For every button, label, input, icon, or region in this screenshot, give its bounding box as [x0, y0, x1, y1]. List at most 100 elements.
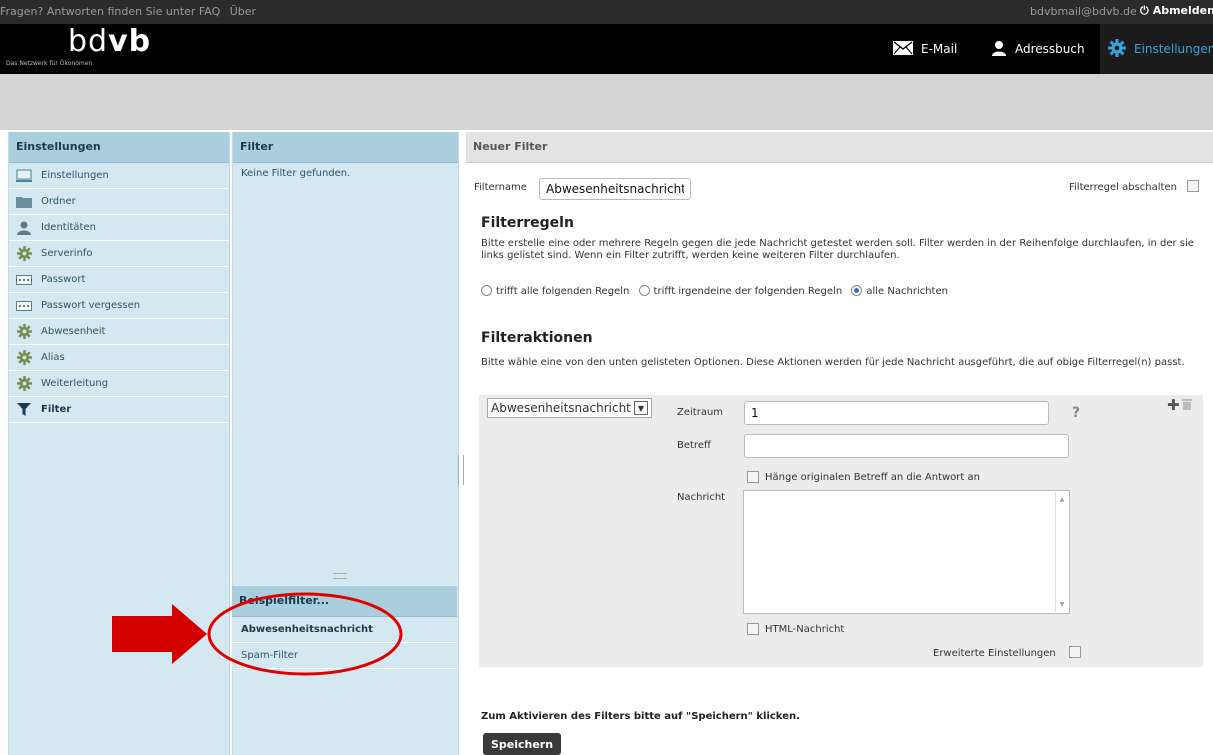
sidebar-item-label: Passwort vergessen	[41, 300, 141, 311]
user-icon	[15, 220, 33, 236]
sidebar-item-label: Serverinfo	[41, 248, 93, 259]
sidebar-item-label: Abwesenheit	[41, 326, 106, 337]
panel-splitter[interactable]	[458, 455, 464, 485]
monitor-icon	[15, 168, 33, 184]
sidebar-item-weiterleitung[interactable]: Weiterleitung	[9, 371, 229, 397]
action-type-select[interactable]: Abwesenheitsnachricht ▼	[487, 398, 652, 418]
top-info-bar: Fragen? Antworten finden Sie unter FAQ Ü…	[0, 0, 1213, 24]
about-link[interactable]: Über	[230, 5, 256, 18]
user-email: bdvbmail@bdvb.de	[1030, 5, 1137, 18]
html-message-label: HTML-Nachricht	[765, 624, 845, 635]
html-message-checkbox[interactable]	[747, 623, 759, 635]
add-action-icon[interactable]: ✚	[1167, 396, 1180, 414]
settings-panel-title: Einstellungen	[9, 132, 229, 163]
rule-option-all-messages[interactable]: alle Nachrichten	[851, 285, 948, 297]
envelope-icon	[893, 40, 913, 58]
new-filter-title: Neuer Filter	[466, 132, 1213, 163]
scroll-down-icon: ▼	[1059, 601, 1065, 608]
message-textarea[interactable]: ▲ ▼	[743, 490, 1070, 614]
sidebar-item-label: Einstellungen	[41, 170, 109, 181]
gear-icon	[15, 350, 33, 366]
content-band	[0, 74, 1213, 130]
textarea-scrollbar[interactable]: ▲ ▼	[1055, 492, 1068, 612]
save-hint: Zum Aktivieren des Filters bitte auf "Sp…	[481, 711, 800, 722]
help-icon[interactable]: ?	[1072, 405, 1080, 421]
sidebar-item-label: Alias	[41, 352, 65, 363]
rule-option-any[interactable]: trifft irgendeine der folgenden Regeln	[638, 285, 843, 297]
sidebar-item-label: Identitäten	[41, 222, 96, 233]
annotation-ellipse-icon	[207, 592, 403, 676]
advanced-settings-label: Erweiterte Einstellungen	[933, 648, 1056, 659]
folder-icon	[15, 194, 33, 210]
sidebar-item-einstellungen[interactable]: Einstellungen	[9, 163, 229, 189]
sidebar-item-filter[interactable]: Filter	[9, 397, 229, 423]
radio-button	[481, 285, 492, 296]
annotation-arrow-icon	[112, 604, 207, 664]
sidebar-item-label: Ordner	[41, 196, 76, 207]
gear-icon	[15, 246, 33, 262]
logout-button[interactable]: ⏻ Abmelden	[1140, 4, 1213, 18]
user-icon	[991, 40, 1007, 59]
rules-description: Bitte erstelle eine oder mehrere Regeln …	[481, 238, 1194, 261]
sidebar-item-ordner[interactable]: Ordner	[9, 189, 229, 215]
filtername-input[interactable]	[539, 178, 691, 200]
disable-filter-checkbox[interactable]	[1187, 180, 1199, 192]
action-type-value: Abwesenheitsnachricht	[491, 401, 631, 415]
rule-option-label: alle Nachrichten	[866, 285, 948, 297]
sidebar-item-label: Filter	[41, 404, 72, 415]
sidebar-item-label: Passwort	[41, 274, 86, 285]
gear-icon	[15, 376, 33, 392]
radio-button	[638, 285, 650, 296]
password-icon	[15, 272, 33, 288]
header: bdvb Das Netzwerk für Ökonomen E-Mail Ad…	[0, 24, 1213, 74]
nav-email-label: E-Mail	[921, 42, 958, 56]
nav-addressbook-label: Adressbuch	[1015, 42, 1085, 56]
sidebar-item-identitäten[interactable]: Identitäten	[9, 215, 229, 241]
sidebar-item-serverinfo[interactable]: Serverinfo	[9, 241, 229, 267]
logo[interactable]: bdvb	[68, 24, 151, 59]
resize-handle[interactable]	[333, 573, 347, 579]
rules-heading: Filterregeln	[481, 215, 574, 231]
gear-icon	[1108, 38, 1126, 60]
rule-options: trifft alle folgenden Regeln trifft irge…	[481, 285, 948, 298]
gear-icon	[15, 324, 33, 340]
period-input[interactable]	[744, 401, 1049, 425]
sidebar-item-label: Weiterleitung	[41, 378, 109, 389]
message-label: Nachricht	[677, 492, 726, 503]
nav-settings[interactable]: Einstellungen	[1100, 24, 1213, 74]
sidebar-item-abwesenheit[interactable]: Abwesenheit	[9, 319, 229, 345]
radio-button-selected	[851, 285, 863, 296]
delete-action-icon[interactable]	[1182, 398, 1192, 413]
settings-menu: Einstellungen Ordner Identitäten Serverinfo…	[9, 163, 229, 423]
period-label: Zeitraum	[677, 407, 724, 418]
subject-input[interactable]	[744, 434, 1069, 458]
subject-label: Betreff	[677, 440, 711, 451]
actions-heading: Filteraktionen	[481, 330, 593, 346]
rule-option-label: trifft alle folgenden Regeln	[496, 285, 630, 297]
power-icon: ⏻	[1140, 4, 1149, 17]
empty-filter-message: Keine Filter gefunden.	[241, 168, 351, 179]
faq-link[interactable]: Fragen? Antworten finden Sie unter FAQ	[0, 5, 220, 18]
logout-label: Abmelden	[1152, 4, 1213, 17]
rule-option-label: trifft irgendeine der folgenden Regeln	[653, 285, 843, 297]
advanced-settings-checkbox[interactable]	[1069, 646, 1081, 658]
tagline: Das Netzwerk für Ökonomen	[6, 60, 93, 67]
append-subject-label: Hänge originalen Betreff an die Antwort …	[765, 472, 980, 483]
logo-bold: vb	[108, 24, 152, 59]
nav-settings-label: Einstellungen	[1134, 42, 1213, 56]
disable-filter-label: Filterregel abschalten	[1069, 182, 1177, 193]
chevron-down-icon: ▼	[633, 401, 648, 415]
filtername-label: Filtername	[474, 182, 527, 193]
rule-option-all[interactable]: trifft alle folgenden Regeln	[481, 285, 630, 297]
sidebar-item-passwort[interactable]: Passwort	[9, 267, 229, 293]
actions-description: Bitte wähle eine von den unten gelistete…	[481, 357, 1185, 368]
nav-email[interactable]: E-Mail	[893, 24, 981, 74]
scroll-up-icon: ▲	[1059, 496, 1065, 503]
append-subject-checkbox[interactable]	[747, 471, 759, 483]
nav-addressbook[interactable]: Adressbuch	[991, 24, 1095, 74]
filter-panel-title: Filter	[233, 132, 458, 163]
funnel-icon	[15, 402, 33, 418]
save-button[interactable]: Speichern	[483, 733, 561, 755]
sidebar-item-alias[interactable]: Alias	[9, 345, 229, 371]
sidebar-item-passwort-vergessen[interactable]: Passwort vergessen	[9, 293, 229, 319]
